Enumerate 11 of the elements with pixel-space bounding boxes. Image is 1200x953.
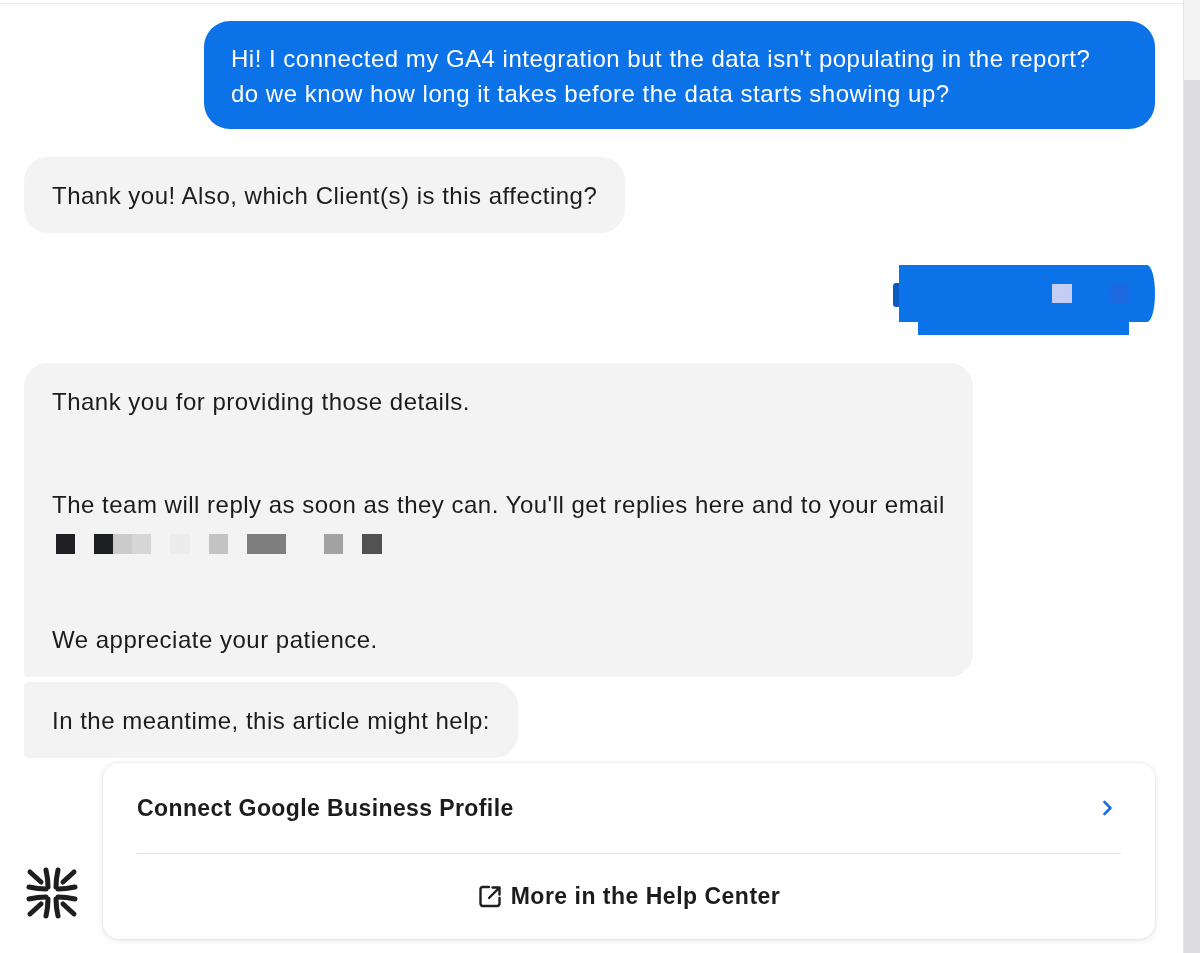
message-text: Hi! I connected my GA4 integration but the data isn't populating in the report? do we know how long it takes before the data starts showing up? (231, 44, 1092, 109)
message-text: Thank you for providing those details. (52, 387, 471, 417)
message-text: In the meantime, this article might help: (52, 706, 491, 736)
help-center-link[interactable]: More in the Help Center (103, 854, 1155, 939)
logo-icon (26, 867, 78, 919)
article-link[interactable]: Connect Google Business Profile (103, 763, 1155, 853)
message-text: The team will reply as soon as they can. You'll get replies here and to your email (52, 490, 945, 520)
message-text: We appreciate your patience. (52, 625, 379, 655)
chevron-right-icon (1102, 800, 1113, 816)
message-text: Thank you! Also, which Client(s) is this affecting? (52, 181, 598, 211)
external-link-icon (477, 884, 503, 909)
